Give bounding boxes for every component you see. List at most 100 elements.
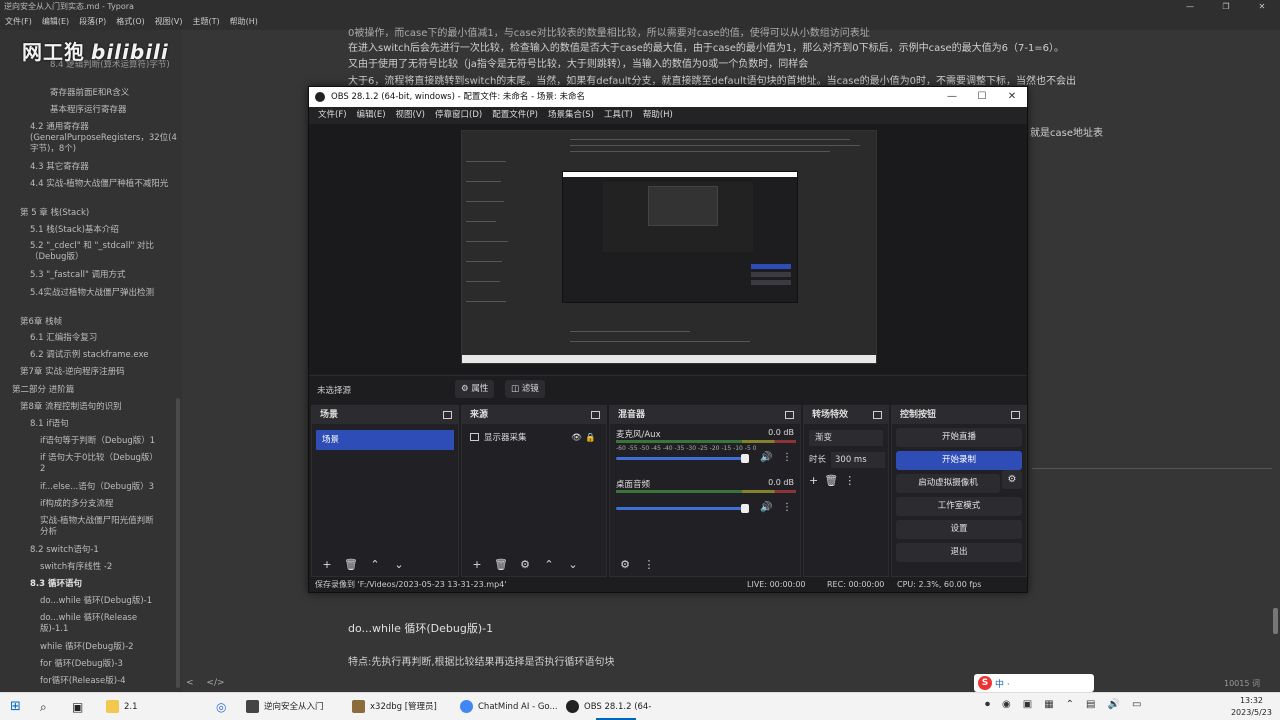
outline-item[interactable]: 第 5 章 栈(Stack) bbox=[20, 208, 170, 219]
close-icon[interactable]: ✕ bbox=[1244, 0, 1280, 14]
outline-item[interactable]: switch有序线性 -2 bbox=[40, 562, 182, 573]
tray-app-icon[interactable]: ▦ bbox=[1044, 699, 1053, 710]
volume-icon[interactable]: 🔊 bbox=[1107, 699, 1119, 710]
more-icon[interactable]: ⋮ bbox=[782, 452, 792, 463]
menu-view[interactable]: 视图(V) bbox=[150, 14, 188, 30]
ime-toolbar[interactable]: S 中 · bbox=[974, 674, 1094, 692]
menu-help[interactable]: 帮助(H) bbox=[225, 14, 263, 30]
start-virtual-camera-button[interactable]: 启动虚拟摄像机 bbox=[896, 474, 1000, 493]
obs-menu-tools[interactable]: 工具(T) bbox=[599, 107, 638, 124]
outline-item[interactable]: 寄存器前面E和R含义 bbox=[50, 88, 182, 99]
speaker-icon[interactable]: 🔊 bbox=[760, 502, 772, 513]
program-preview[interactable] bbox=[461, 130, 877, 364]
more-icon[interactable]: ⋮ bbox=[844, 474, 855, 487]
system-clock[interactable]: 13:32 2023/5/23 bbox=[1231, 695, 1272, 719]
outline-item[interactable]: 第7章 实战-逆向程序注册码 bbox=[20, 367, 170, 378]
eye-icon[interactable]: 👁 bbox=[571, 430, 582, 446]
outline-item[interactable]: for 循环(Debug版)-3 bbox=[40, 659, 182, 670]
studio-mode-button[interactable]: 工作室模式 bbox=[896, 497, 1022, 516]
outline-item[interactable]: 6.2 调试示例 stackframe.exe bbox=[30, 350, 180, 361]
word-count[interactable]: 10015 词 bbox=[1224, 678, 1260, 689]
outline-item[interactable]: do...while 循环(Debug版)-1 bbox=[40, 596, 182, 607]
taskbar-app-chrome[interactable]: ChatMind AI - Go... bbox=[460, 693, 560, 720]
windows-start-icon[interactable]: ⊞ bbox=[10, 693, 21, 720]
outline-item[interactable]: 基本程序运行寄存器 bbox=[50, 105, 182, 116]
preview-area[interactable] bbox=[309, 124, 1027, 374]
outline-item[interactable]: 5.2 "_cdecl" 和 "_stdcall" 对比（Debug版） bbox=[30, 241, 180, 263]
minimize-icon[interactable]: — bbox=[1172, 0, 1208, 14]
outline-item[interactable]: 5.3 "_fastcall" 调用方式 bbox=[30, 270, 180, 281]
trash-icon[interactable]: 🗑 bbox=[492, 557, 510, 573]
close-icon[interactable]: ✕ bbox=[997, 87, 1027, 107]
outline-item[interactable]: if构成的多分支流程 bbox=[40, 499, 182, 510]
outline-item[interactable]: 5.1 栈(Stack)基本介绍 bbox=[30, 225, 180, 236]
outline-item[interactable]: 5.4实战过植物大战僵尸弹出检测 bbox=[30, 288, 180, 299]
obs-menu-edit[interactable]: 编辑(E) bbox=[352, 107, 391, 124]
outline-item[interactable]: 4.2 通用寄存器(GeneralPurposeRegisters，32位(4字… bbox=[30, 122, 180, 155]
outline-item[interactable]: 第二部分 进阶篇 bbox=[12, 385, 162, 396]
tray-app-icon[interactable]: ◉ bbox=[1002, 699, 1011, 710]
speaker-icon[interactable]: 🔊 bbox=[760, 452, 772, 463]
maximize-icon[interactable]: ❐ bbox=[1208, 0, 1244, 14]
taskbar-app-explorer[interactable]: 2.1 bbox=[106, 693, 202, 720]
maximize-icon[interactable]: ☐ bbox=[967, 87, 997, 107]
source-mode-icon[interactable]: </> bbox=[206, 678, 224, 688]
tray-app-icon[interactable]: ⏺ bbox=[985, 699, 990, 710]
obs-menu-view[interactable]: 视图(V) bbox=[391, 107, 430, 124]
collapse-sidebar-icon[interactable]: < bbox=[186, 678, 194, 688]
menu-theme[interactable]: 主题(T) bbox=[187, 14, 224, 30]
ime-mode[interactable]: 中 · bbox=[995, 677, 1010, 690]
menu-format[interactable]: 格式(O) bbox=[111, 14, 150, 30]
menu-edit[interactable]: 编辑(E) bbox=[37, 14, 74, 30]
outline-item[interactable]: if语句等于判断（Debug版）1 bbox=[40, 436, 182, 447]
outline-item[interactable]: 6.1 汇编指令复习 bbox=[30, 333, 180, 344]
menu-file[interactable]: 文件(F) bbox=[0, 14, 37, 30]
start-recording-button[interactable]: 开始录制 bbox=[896, 451, 1022, 470]
outline-item[interactable]: while 循环(Debug版)-2 bbox=[40, 642, 182, 653]
document-scrollbar[interactable] bbox=[1273, 608, 1278, 634]
start-streaming-button[interactable]: 开始直播 bbox=[896, 428, 1022, 447]
volume-slider-handle[interactable] bbox=[740, 454, 749, 463]
obs-menu-docks[interactable]: 停靠窗口(D) bbox=[430, 107, 487, 124]
sidebar-scrollbar[interactable] bbox=[176, 398, 180, 688]
outline-item[interactable]: 第6章 栈帧 bbox=[20, 317, 170, 328]
gear-icon[interactable]: ⚙ bbox=[516, 557, 534, 573]
add-icon[interactable]: + bbox=[809, 474, 818, 487]
minimize-icon[interactable]: — bbox=[937, 87, 967, 107]
volume-slider[interactable] bbox=[616, 507, 745, 510]
more-icon[interactable]: ⋮ bbox=[782, 502, 792, 513]
gear-icon[interactable]: ⚙ bbox=[616, 557, 634, 573]
chevron-up-icon[interactable]: ⌃ bbox=[1066, 699, 1074, 710]
obs-menu-profile[interactable]: 配置文件(P) bbox=[487, 107, 543, 124]
sogou-icon[interactable]: S bbox=[978, 676, 992, 690]
source-item[interactable]: 显示器采集 👁 🔒 bbox=[466, 430, 602, 446]
edge-icon[interactable]: ◎ bbox=[216, 693, 226, 720]
obs-menu-help[interactable]: 帮助(H) bbox=[638, 107, 678, 124]
add-icon[interactable]: + bbox=[468, 557, 486, 573]
chevron-up-icon[interactable]: ⌃ bbox=[540, 557, 558, 573]
volume-slider-handle[interactable] bbox=[740, 504, 749, 513]
obs-menu-scene-collection[interactable]: 场景集合(S) bbox=[543, 107, 599, 124]
outline-item[interactable]: 8.1 if语句 bbox=[30, 419, 180, 430]
volume-slider[interactable] bbox=[616, 457, 745, 460]
outline-item-active[interactable]: 8.3 循环语句 bbox=[30, 579, 180, 590]
popout-icon[interactable] bbox=[873, 411, 882, 419]
outline-item[interactable]: 4.3 其它寄存器 bbox=[30, 162, 180, 173]
notepad-icon[interactable]: ▣ bbox=[72, 693, 83, 720]
settings-button[interactable]: 设置 bbox=[896, 520, 1022, 539]
exit-button[interactable]: 退出 bbox=[896, 543, 1022, 562]
taskbar-app-x32dbg[interactable]: x32dbg [管理员] bbox=[352, 693, 450, 720]
chevron-down-icon[interactable]: ⌄ bbox=[390, 557, 408, 573]
outline-item[interactable]: if 语句大于0比较（Debug版）2 bbox=[40, 453, 155, 475]
chevron-down-icon[interactable]: ⌄ bbox=[564, 557, 582, 573]
chevron-up-icon[interactable]: ⌃ bbox=[366, 557, 384, 573]
trash-icon[interactable]: 🗑 bbox=[824, 474, 838, 487]
trash-icon[interactable]: 🗑 bbox=[342, 557, 360, 573]
popout-icon[interactable] bbox=[785, 411, 794, 419]
duration-input[interactable]: 300 ms bbox=[831, 452, 885, 468]
tray-app-icon[interactable]: ▣ bbox=[1023, 699, 1032, 710]
more-icon[interactable]: ⋮ bbox=[640, 557, 658, 573]
taskbar-app-obs[interactable]: OBS 28.1.2 (64-bi... bbox=[566, 693, 666, 720]
outline-item[interactable]: for循环(Release版)-4 bbox=[40, 676, 182, 687]
search-icon[interactable]: ⌕ bbox=[40, 693, 47, 720]
